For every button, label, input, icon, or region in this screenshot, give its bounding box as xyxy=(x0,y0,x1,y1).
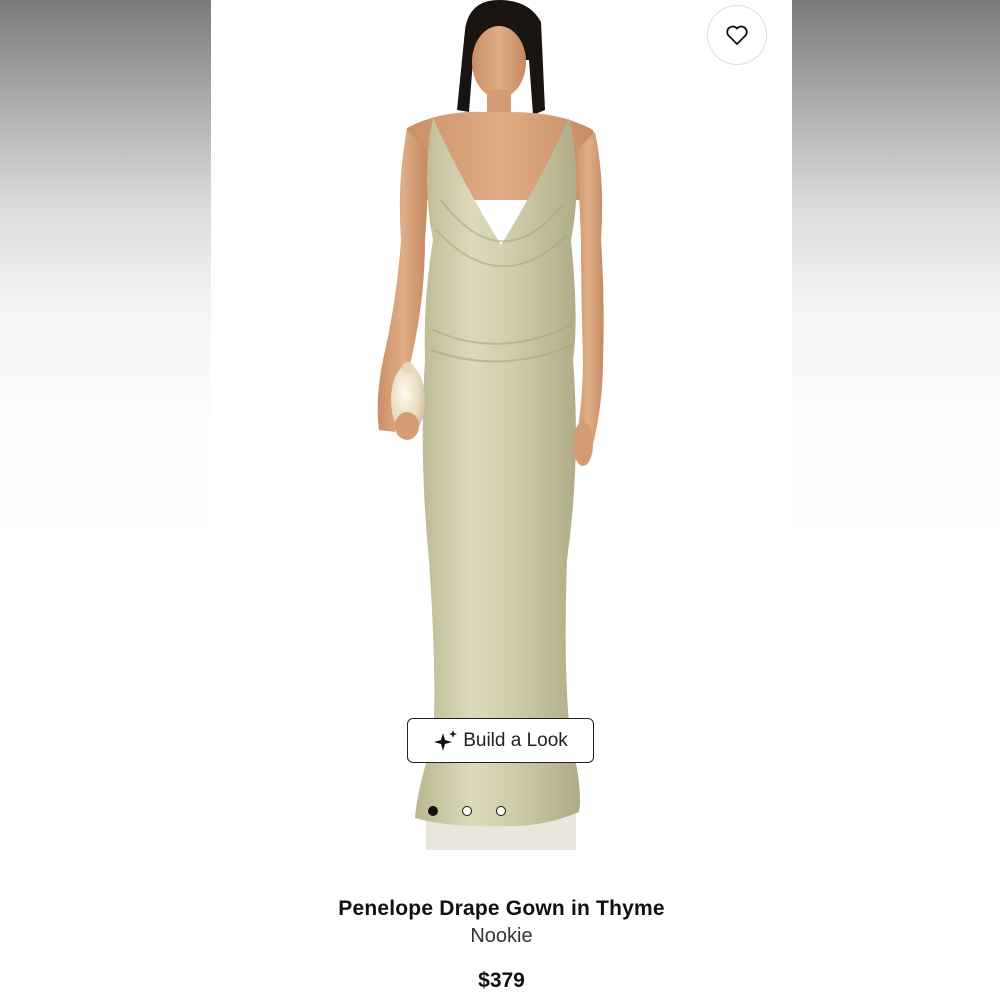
right-hand xyxy=(573,422,593,466)
carousel-dot-3[interactable] xyxy=(495,806,506,816)
build-a-look-button[interactable]: Build a Look xyxy=(407,718,594,763)
product-price: $379 xyxy=(478,969,525,992)
product-title[interactable]: Penelope Drape Gown in Thyme xyxy=(211,897,792,921)
carousel-indicators xyxy=(176,806,757,816)
background-left xyxy=(0,0,211,1000)
build-a-look-label: Build a Look xyxy=(463,729,568,751)
heart-icon xyxy=(726,25,748,45)
clutch-clasp xyxy=(402,362,414,374)
background-right xyxy=(792,0,1000,1000)
product-brand[interactable]: Nookie xyxy=(211,925,792,948)
carousel-dot-1[interactable] xyxy=(427,806,438,816)
sparkle-icon xyxy=(434,729,458,751)
left-hand xyxy=(395,412,419,440)
favorite-button[interactable] xyxy=(707,5,767,65)
face xyxy=(472,26,526,98)
carousel-dot-2[interactable] xyxy=(461,806,472,816)
product-card: Build a Look Penelope Drape Gown in Thym… xyxy=(211,0,792,1000)
